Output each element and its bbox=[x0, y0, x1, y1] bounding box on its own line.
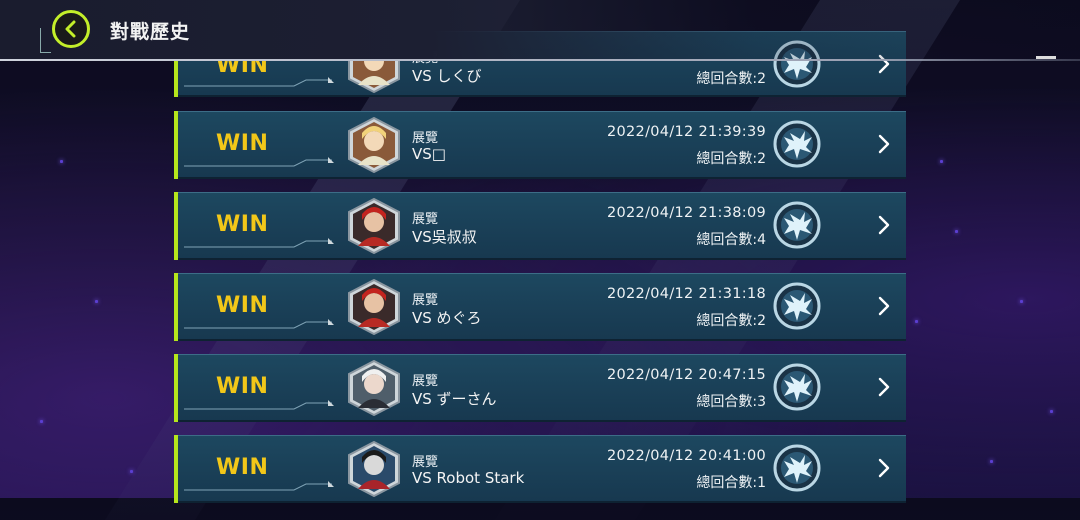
corner-decoration bbox=[40, 28, 51, 53]
opponent-avatar bbox=[348, 360, 400, 416]
opponent-name: VS めぐろ bbox=[412, 309, 482, 327]
match-row[interactable]: WIN 展覽 VS ずーさん 2022/04/12 20:47:15 總回合數:… bbox=[174, 354, 906, 422]
opponent-name: VS□ bbox=[412, 145, 446, 163]
row-decoration bbox=[184, 157, 334, 167]
total-turns: 總回合數:2 bbox=[696, 71, 766, 87]
opponent-name: VS Robot Stark bbox=[412, 469, 525, 487]
opponent-avatar bbox=[348, 198, 400, 254]
match-row[interactable]: WIN 展覽 VS めぐろ 2022/04/12 21:31:18 總回合數:2 bbox=[174, 273, 906, 341]
result-label: WIN bbox=[216, 212, 269, 237]
result-label: WIN bbox=[216, 455, 269, 480]
opponent-avatar bbox=[348, 441, 400, 497]
match-mode: 展覽 bbox=[412, 374, 439, 389]
match-row[interactable]: WIN 展覽 VS吳叔叔 2022/04/12 21:38:09 總回合數:4 bbox=[174, 192, 906, 260]
match-row[interactable]: WIN 展覽 VS□ 2022/04/12 21:39:39 總回合數:2 bbox=[174, 111, 906, 179]
result-label: WIN bbox=[216, 293, 269, 318]
opponent-name: VS ずーさん bbox=[412, 390, 497, 408]
total-turns: 總回合數:3 bbox=[696, 394, 766, 410]
row-decoration bbox=[184, 77, 334, 87]
match-datetime: 2022/04/12 21:39:39 bbox=[606, 124, 766, 140]
match-datetime: 2022/04/12 21:31:18 bbox=[606, 286, 766, 302]
rank-emblem-icon bbox=[773, 363, 821, 411]
result-label: WIN bbox=[216, 374, 269, 399]
match-mode: 展覽 bbox=[412, 455, 439, 470]
match-mode: 展覽 bbox=[412, 293, 439, 308]
match-mode: 展覽 bbox=[412, 131, 439, 146]
row-decoration bbox=[184, 481, 334, 491]
rank-emblem-icon bbox=[773, 444, 821, 492]
match-mode: 展覽 bbox=[412, 212, 439, 227]
chevron-right-icon bbox=[878, 458, 890, 478]
chevron-right-icon bbox=[878, 296, 890, 316]
opponent-avatar bbox=[348, 279, 400, 335]
row-decoration bbox=[184, 319, 334, 329]
chevron-right-icon bbox=[878, 134, 890, 154]
total-turns: 總回合數:1 bbox=[696, 475, 766, 491]
result-label: WIN bbox=[216, 131, 269, 156]
chevron-left-icon bbox=[65, 20, 76, 38]
total-turns: 總回合數:2 bbox=[696, 151, 766, 167]
rank-emblem-icon bbox=[773, 201, 821, 249]
total-turns: 總回合數:2 bbox=[696, 313, 766, 329]
match-datetime: 2022/04/12 20:41:00 bbox=[606, 448, 766, 464]
rank-emblem-icon bbox=[773, 282, 821, 330]
match-row[interactable]: WIN 展覽 VS Robot Stark 2022/04/12 20:41:0… bbox=[174, 435, 906, 503]
opponent-name: VS しくび bbox=[412, 67, 482, 85]
row-decoration bbox=[184, 238, 334, 248]
row-decoration bbox=[184, 400, 334, 410]
opponent-name: VS吳叔叔 bbox=[412, 228, 477, 246]
chevron-right-icon bbox=[878, 377, 890, 397]
match-datetime: 2022/04/12 20:47:15 bbox=[606, 367, 766, 383]
rank-emblem-icon bbox=[773, 120, 821, 168]
header-divider bbox=[0, 59, 1080, 61]
top-bar: 對戰歷史 bbox=[0, 0, 1080, 60]
chevron-right-icon bbox=[878, 215, 890, 235]
match-datetime: 2022/04/12 21:38:09 bbox=[606, 205, 766, 221]
back-button[interactable] bbox=[52, 10, 90, 48]
total-turns: 總回合數:4 bbox=[696, 232, 766, 248]
page-title: 對戰歷史 bbox=[110, 21, 191, 43]
opponent-avatar bbox=[348, 117, 400, 173]
